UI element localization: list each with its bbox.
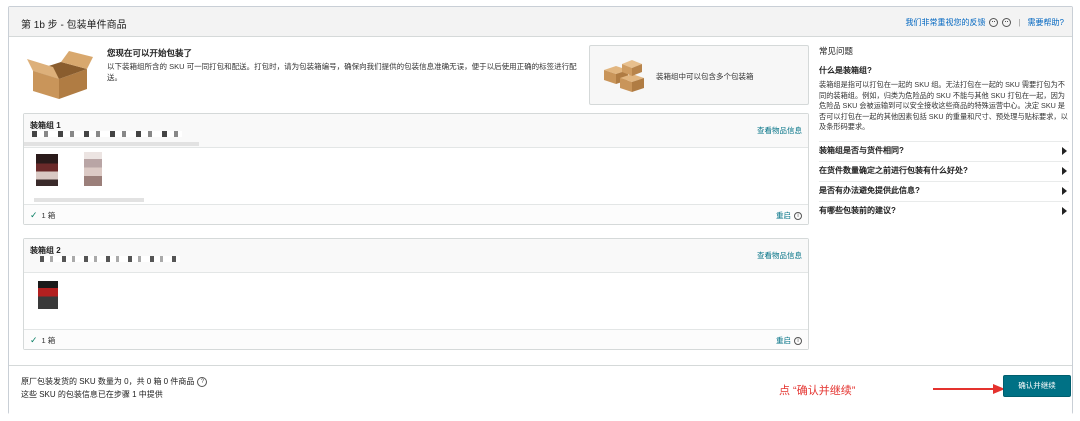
faq-question[interactable]: 有哪些包装前的建议? [819,200,1069,221]
faq-question-open[interactable]: 什么是装箱组? [819,65,1069,76]
faq-answer: 装箱组是指可以打包在一起的 SKU 组。无法打包在一起的 SKU 需要打包为不同… [819,80,1068,131]
faq-question[interactable]: 是否有办法避免提供此信息? [819,180,1069,201]
faq-heading: 常见问题 [819,46,854,56]
group-header: 装箱组 2 查看物品信息 [24,239,808,273]
page-header: 第 1b 步 - 包装单件商品 我们非常重视您的反馈 | 需要帮助? [9,7,1072,37]
view-item-info-link[interactable]: 查看物品信息 [757,125,802,136]
group-header: 装箱组 1 查看物品信息 [24,114,808,148]
group-title: 装箱组 2 [30,246,61,255]
expand-triangle-icon [1062,206,1067,215]
hint-text: 装箱组中可以包含多个包装箱 [656,72,754,81]
main-panel: 第 1b 步 - 包装单件商品 我们非常重视您的反馈 | 需要帮助? 您现在可以… [8,6,1073,415]
package-group-1: 装箱组 1 查看物品信息 ✓ 1 箱 重启 i [23,113,809,225]
view-item-info-link[interactable]: 查看物品信息 [757,250,802,261]
open-box-icon [27,51,93,99]
intro-text: 以下装箱组所含的 SKU 可一同打包和配送。打包时，请为包装箱编号，确保向我们提… [107,62,577,82]
summary-line-1: 原厂包装发货的 SKU 数量为 0，共 0 箱 0 件商品? [21,376,208,387]
page-title: 第 1b 步 - 包装单件商品 [21,20,127,31]
intro-title: 您现在可以开始包装了 [107,48,193,58]
faq-panel: 常见问题 什么是装箱组? 装箱组是指可以打包在一起的 SKU 组。无法打包在一起… [819,45,1069,221]
faq-question[interactable]: 装箱组是否与货件相同? [819,140,1069,161]
group-title: 装箱组 1 [30,121,61,130]
redacted-bar [34,198,144,202]
group-items [24,273,808,333]
group-footer: ✓ 1 箱 重启 i [24,329,808,349]
hint-box: 装箱组中可以包含多个包装箱 [589,45,809,105]
help-question-icon[interactable]: ? [197,376,208,387]
check-icon: ✓ [30,335,38,345]
summary-line-2: 这些 SKU 的包装信息已在步骤 1 中提供 [21,390,163,399]
frown-face-icon[interactable] [1002,18,1012,27]
box-count: ✓ 1 箱 [30,335,56,345]
redacted-sku-text [32,131,182,137]
redacted-sku-text [40,256,180,262]
feedback-link[interactable]: 我们非常重视您的反馈 [905,17,985,28]
check-icon: ✓ [30,210,38,220]
red-arrow-icon [933,384,1005,394]
reset-link[interactable]: 重启 i [776,335,802,346]
expand-triangle-icon [1062,146,1067,155]
summary-footer: 原厂包装发货的 SKU 数量为 0，共 0 箱 0 件商品? 这些 SKU 的包… [9,365,1072,415]
box-count: ✓ 1 箱 [30,210,56,220]
faq-question[interactable]: 在货件数量确定之前进行包装有什么好处? [819,160,1069,181]
group-footer: ✓ 1 箱 重启 i [24,204,808,224]
expand-triangle-icon [1062,186,1067,195]
package-group-2: 装箱组 2 查看物品信息 ✓ 1 箱 重启 i [23,238,809,350]
redacted-bar [24,142,199,146]
red-annotation-text: 点 “确认并继续” [779,385,856,397]
stacked-boxes-icon [604,60,644,92]
product-thumbnail[interactable] [36,154,58,186]
header-actions: 我们非常重视您的反馈 | 需要帮助? [905,17,1064,28]
info-icon: i [794,336,802,345]
help-link[interactable]: 需要帮助? [1028,17,1064,28]
product-thumbnail[interactable] [38,281,58,309]
expand-triangle-icon [1062,166,1067,175]
reset-link[interactable]: 重启 i [776,210,802,221]
intro-section: 您现在可以开始包装了 以下装箱组所含的 SKU 可一同打包和配送。打包时，请为包… [23,45,583,109]
product-thumbnail[interactable] [84,152,102,186]
smile-face-icon[interactable] [989,18,999,27]
group-items [24,148,808,208]
info-icon: i [794,211,802,220]
separator: | [1018,18,1021,27]
confirm-continue-button[interactable]: 确认并继续 [1003,375,1071,397]
